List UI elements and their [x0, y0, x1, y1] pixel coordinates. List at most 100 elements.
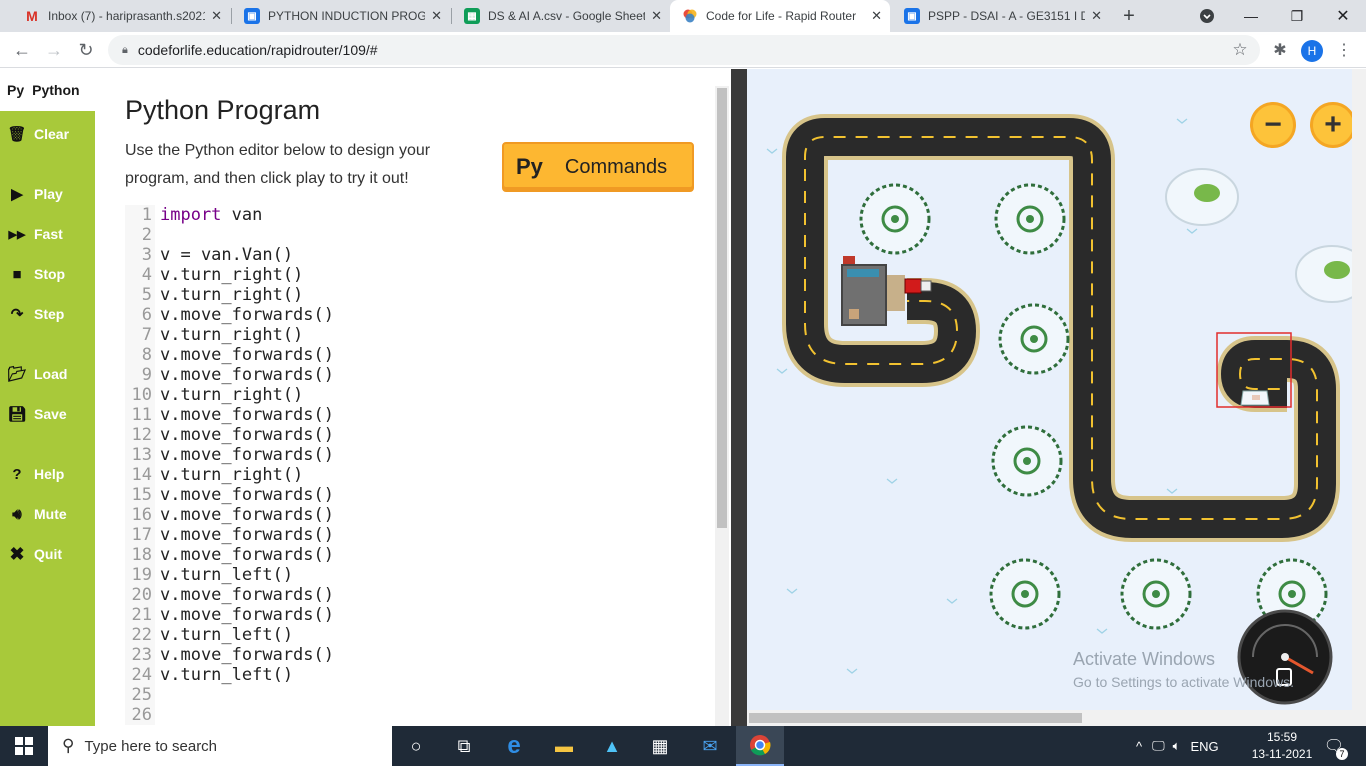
close-icon[interactable]: ✕ — [871, 8, 882, 24]
code-line[interactable]: 13 v.move_forwards() — [125, 445, 334, 465]
code-line[interactable]: 7 v.turn_right() — [125, 325, 304, 345]
menu-label: Clear — [34, 126, 70, 142]
browser-tab-pspp[interactable]: ▣ PSPP - DSAI - A - GE3151 I D ✕ — [892, 0, 1110, 32]
code-line[interactable]: 25 — [125, 685, 160, 705]
code-line[interactable]: 2 — [125, 225, 160, 245]
start-button[interactable] — [0, 726, 48, 766]
code-line[interactable]: 14 v.turn_right() — [125, 465, 304, 485]
browser-tab-python-induction[interactable]: ▣ PYTHON INDUCTION PROGR ✕ — [232, 0, 450, 32]
play-button[interactable]: ▶ Play — [0, 179, 95, 209]
network-icon[interactable]: 🖵︎ — [1152, 738, 1165, 754]
file-explorer-icon[interactable]: ▬ — [540, 726, 588, 766]
game-horizontal-scrollbar[interactable] — [747, 710, 1352, 726]
code-line[interactable]: 9 v.move_forwards() — [125, 365, 334, 385]
maximize-icon[interactable]: ❐ — [1274, 0, 1320, 32]
close-icon[interactable]: ✕ — [651, 8, 662, 24]
code-line[interactable]: 3 v = van.Van() — [125, 245, 293, 265]
more-menu-icon[interactable]: ⋮ — [1330, 36, 1358, 64]
chevron-up-icon[interactable]: ^ — [1136, 739, 1142, 754]
profile-avatar[interactable]: H — [1301, 40, 1323, 62]
notification-center-icon[interactable]: 🗨︎ 7 — [1322, 734, 1348, 760]
extensions-icon[interactable]: ✱ — [1266, 36, 1294, 64]
minimize-icon[interactable]: — — [1228, 0, 1274, 32]
new-tab-button[interactable]: + — [1114, 0, 1144, 32]
app-icon[interactable]: ▲ — [588, 726, 636, 766]
browser-tab-gmail[interactable]: M Inbox (7) - hariprasanth.s2021 ✕ — [12, 0, 230, 32]
tab-search-icon[interactable] — [1184, 0, 1230, 32]
code-line[interactable]: 23 v.move_forwards() — [125, 645, 334, 665]
code-line[interactable]: 5 v.turn_right() — [125, 285, 304, 305]
code-text: v.move_forwards() — [160, 445, 334, 465]
code-editor[interactable]: 1 import van 2 3 v = van.Van() 4 v.turn_right(… — [125, 205, 711, 725]
step-button[interactable]: ↷ Step — [0, 299, 95, 329]
scrollbar-thumb[interactable] — [749, 713, 1082, 723]
language-indicator[interactable]: ENG — [1190, 739, 1218, 754]
address-bar[interactable]: 🔒︎ codeforlife.education/rapidrouter/109… — [108, 35, 1260, 65]
code-line[interactable]: 8 v.move_forwards() — [125, 345, 334, 365]
code-text: v.move_forwards() — [160, 585, 334, 605]
fast-button[interactable]: ▶▶ Fast — [0, 219, 95, 249]
volume-icon[interactable]: 🔈︎ — [1173, 738, 1181, 754]
back-icon[interactable]: ← — [8, 36, 36, 64]
code-line[interactable]: 10 v.turn_right() — [125, 385, 304, 405]
browser-tab-sheets[interactable]: ▦ DS & AI A.csv - Google Sheet ✕ — [452, 0, 670, 32]
save-button[interactable]: 💾︎ Save — [0, 399, 95, 429]
editor-scrollbar[interactable] — [715, 86, 729, 726]
bookmark-star-icon[interactable]: ☆ — [1226, 36, 1254, 64]
house-start — [841, 256, 905, 326]
cortana-icon[interactable]: ○ — [392, 726, 440, 766]
code-line[interactable]: 12 v.move_forwards() — [125, 425, 334, 445]
zoom-in-button[interactable]: + — [1310, 102, 1356, 148]
code-line[interactable]: 15 v.move_forwards() — [125, 485, 334, 505]
code-line[interactable]: 18 v.move_forwards() — [125, 545, 334, 565]
line-number: 25 — [131, 685, 152, 705]
taskbar-search-box[interactable]: ⚲ Type here to search — [48, 726, 392, 766]
commands-button[interactable]: Py Commands — [502, 142, 694, 192]
task-view-icon[interactable]: ⧉ — [440, 726, 488, 766]
page-title: Python Program — [125, 95, 321, 125]
code-line[interactable]: 19 v.turn_left() — [125, 565, 294, 585]
panel-resize-divider[interactable] — [731, 69, 747, 726]
taskbar-clock[interactable]: 15:59 13-11-2021 — [1250, 729, 1314, 763]
close-icon[interactable]: ✕ — [431, 8, 442, 24]
line-number: 20 — [131, 585, 152, 605]
code-line[interactable]: 16 v.move_forwards() — [125, 505, 334, 525]
close-icon[interactable]: ✕ — [211, 8, 222, 24]
code-line[interactable]: 17 v.move_forwards() — [125, 525, 334, 545]
zoom-out-button[interactable]: − — [1250, 102, 1296, 148]
line-number: 7 — [141, 325, 152, 345]
code-line[interactable]: 22 v.turn_left() — [125, 625, 294, 645]
scrollbar-thumb[interactable] — [717, 88, 727, 528]
code-line[interactable]: 1 import van — [125, 205, 263, 225]
quit-button[interactable]: ✖ Quit — [0, 539, 95, 569]
mute-button[interactable]: 🔊︎ Mute — [0, 499, 95, 529]
code-line[interactable]: 6 v.move_forwards() — [125, 305, 334, 325]
mail-icon[interactable]: ✉ — [686, 726, 734, 766]
chrome-taskbar-icon[interactable] — [736, 726, 784, 766]
code-text: v.turn_left() — [160, 565, 294, 585]
gmail-icon: M — [26, 8, 38, 24]
store-icon[interactable]: ▦ — [636, 726, 684, 766]
code-line[interactable]: 26 — [125, 705, 160, 725]
browser-tab-rapid-router[interactable]: Code for Life - Rapid Router ✕ — [670, 0, 890, 32]
python-mode-tab[interactable]: Py Python — [0, 69, 95, 111]
code-line[interactable]: 20 v.move_forwards() — [125, 585, 334, 605]
code-line[interactable]: 4 v.turn_right() — [125, 265, 304, 285]
close-icon[interactable]: ✕ — [1091, 8, 1102, 24]
help-button[interactable]: ? Help — [0, 459, 95, 489]
line-number: 13 — [131, 445, 152, 465]
reload-icon[interactable]: ↻ — [72, 36, 100, 64]
forward-icon[interactable]: → — [40, 36, 68, 64]
clear-button[interactable]: 🗑︎ Clear — [0, 119, 95, 149]
line-number: 9 — [141, 365, 152, 385]
code-line[interactable]: 11 v.move_forwards() — [125, 405, 334, 425]
game-canvas[interactable]: − + Activate Windows Go to Settings to a… — [747, 69, 1366, 726]
code-line[interactable]: 21 v.move_forwards() — [125, 605, 334, 625]
line-number: 22 — [131, 625, 152, 645]
stop-button[interactable]: ■ Stop — [0, 259, 95, 289]
game-vertical-scrollbar[interactable] — [1352, 69, 1366, 726]
edge-icon[interactable]: e — [490, 726, 538, 766]
window-close-icon[interactable]: ✕ — [1320, 0, 1366, 32]
code-line[interactable]: 24 v.turn_left() — [125, 665, 294, 685]
load-button[interactable]: 📂︎ Load — [0, 359, 95, 389]
